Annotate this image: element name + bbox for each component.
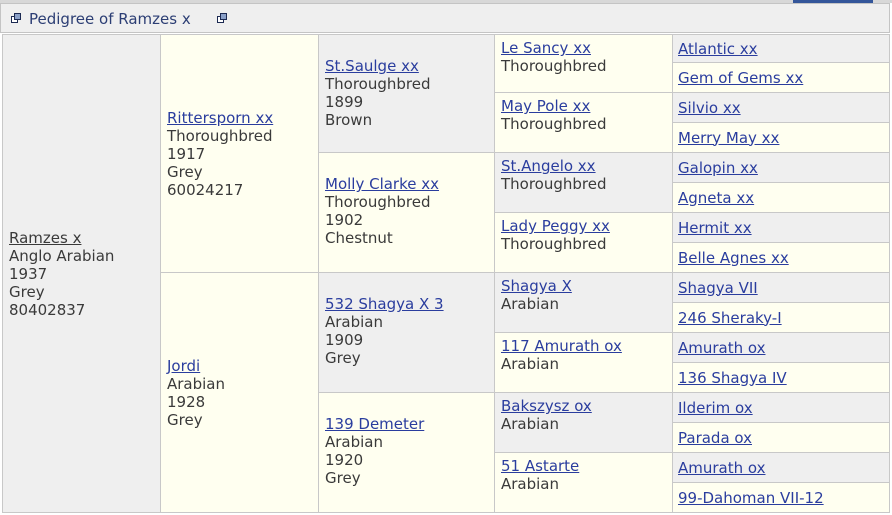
gen5-name-link[interactable]: Ilderim ox bbox=[678, 399, 753, 417]
gen3-breed: Arabian bbox=[325, 433, 384, 451]
gen5-name-link[interactable]: Atlantic xx bbox=[678, 40, 758, 58]
subject-color: Grey bbox=[9, 282, 45, 301]
gen5-cell: 136 Shagya IV bbox=[673, 363, 889, 392]
dam-breed: Arabian bbox=[167, 374, 226, 393]
gen4-name-link[interactable]: 117 Amurath ox bbox=[501, 337, 672, 355]
gen5-cell: Atlantic xx bbox=[673, 35, 889, 62]
gen4-name-link[interactable]: St.Angelo xx bbox=[501, 157, 672, 175]
gen5-cell: Belle Agnes xx bbox=[673, 243, 889, 272]
gen4-name-link[interactable]: 51 Astarte bbox=[501, 457, 672, 475]
gen3-color: Brown bbox=[325, 111, 373, 129]
gen4-breed: Thoroughbred bbox=[501, 175, 607, 193]
gen5-cell: Silvio xx bbox=[673, 93, 889, 122]
sire-cell: Rittersporn xx Thoroughbred 1917 Grey 60… bbox=[161, 35, 318, 272]
gen5-name-link[interactable]: Gem of Gems xx bbox=[678, 69, 803, 87]
subject-name-link[interactable]: Ramzes x bbox=[9, 229, 160, 247]
gen4-breed: Arabian bbox=[501, 475, 560, 493]
dam-color: Grey bbox=[167, 410, 203, 429]
gen4-breed: Arabian bbox=[501, 415, 560, 433]
gen5-name-link[interactable]: 99-Dahoman VII-12 bbox=[678, 489, 824, 507]
sire-breed: Thoroughbred bbox=[167, 126, 273, 145]
gen4-cell: May Pole xx Thoroughbred bbox=[495, 93, 672, 152]
gen5-name-link[interactable]: Parada ox bbox=[678, 429, 752, 447]
subject-id: 80402837 bbox=[9, 300, 86, 319]
gen5-name-link[interactable]: Silvio xx bbox=[678, 99, 741, 117]
gen4-cell: 117 Amurath ox Arabian bbox=[495, 333, 672, 392]
gen5-name-link[interactable]: Merry May xx bbox=[678, 129, 779, 147]
gen4-cell: Shagya X Arabian bbox=[495, 273, 672, 332]
gen4-name-link[interactable]: Lady Peggy xx bbox=[501, 217, 672, 235]
gen5-cell: 99-Dahoman VII-12 bbox=[673, 483, 889, 512]
gen4-breed: Thoroughbred bbox=[501, 235, 607, 253]
subject-year: 1937 bbox=[9, 264, 48, 283]
gen5-cell: Gem of Gems xx bbox=[673, 63, 889, 92]
gen3-name-link[interactable]: St.Saulge xx bbox=[325, 57, 494, 75]
gen5-cell: Hermit xx bbox=[673, 213, 889, 242]
gen3-year: 1902 bbox=[325, 211, 364, 229]
gen3-breed: Thoroughbred bbox=[325, 75, 431, 93]
restore-window-icon[interactable] bbox=[11, 13, 21, 23]
gen4-cell: Bakszysz ox Arabian bbox=[495, 393, 672, 452]
subject-cell: Ramzes x Anglo Arabian 1937 Grey 8040283… bbox=[3, 35, 160, 512]
gen5-cell: Amurath ox bbox=[673, 333, 889, 362]
gen5-cell: Amurath ox bbox=[673, 453, 889, 482]
gen4-cell: Lady Peggy xx Thoroughbred bbox=[495, 213, 672, 272]
gen3-color: Chestnut bbox=[325, 229, 393, 247]
restore-window-icon[interactable] bbox=[217, 13, 227, 23]
gen5-cell: Shagya VII bbox=[673, 273, 889, 302]
gen5-name-link[interactable]: Shagya VII bbox=[678, 279, 758, 297]
gen3-color: Grey bbox=[325, 469, 361, 487]
gen4-breed: Arabian bbox=[501, 295, 560, 313]
gen3-year: 1909 bbox=[325, 331, 364, 349]
subject-breed: Anglo Arabian bbox=[9, 246, 115, 265]
gen4-name-link[interactable]: Bakszysz ox bbox=[501, 397, 672, 415]
gen3-cell: St.Saulge xx Thoroughbred 1899 Brown bbox=[319, 35, 494, 152]
gen3-year: 1920 bbox=[325, 451, 364, 469]
gen4-cell: St.Angelo xx Thoroughbred bbox=[495, 153, 672, 212]
gen4-name-link[interactable]: Le Sancy xx bbox=[501, 39, 672, 57]
gen3-breed: Arabian bbox=[325, 313, 384, 331]
pedigree-table: Ramzes x Anglo Arabian 1937 Grey 8040283… bbox=[2, 34, 890, 513]
gen4-name-link[interactable]: Shagya X bbox=[501, 277, 672, 295]
gen5-cell: Ilderim ox bbox=[673, 393, 889, 422]
gen5-cell: Agneta xx bbox=[673, 183, 889, 212]
gen5-cell: 246 Sheraky-I bbox=[673, 303, 889, 332]
gen5-name-link[interactable]: Amurath ox bbox=[678, 339, 766, 357]
gen5-name-link[interactable]: Galopin xx bbox=[678, 159, 758, 177]
gen5-name-link[interactable]: Hermit xx bbox=[678, 219, 752, 237]
sire-color: Grey bbox=[167, 162, 203, 181]
gen4-breed: Thoroughbred bbox=[501, 57, 607, 75]
gen5-name-link[interactable]: Agneta xx bbox=[678, 189, 754, 207]
gen5-name-link[interactable]: Belle Agnes xx bbox=[678, 249, 789, 267]
gen3-color: Grey bbox=[325, 349, 361, 367]
gen3-cell: 532 Shagya X 3 Arabian 1909 Grey bbox=[319, 273, 494, 392]
gen3-breed: Thoroughbred bbox=[325, 193, 431, 211]
gen4-breed: Arabian bbox=[501, 355, 560, 373]
gen3-cell: Molly Clarke xx Thoroughbred 1902 Chestn… bbox=[319, 153, 494, 272]
gen4-cell: Le Sancy xx Thoroughbred bbox=[495, 35, 672, 92]
gen5-cell: Merry May xx bbox=[673, 123, 889, 152]
dam-name-link[interactable]: Jordi bbox=[167, 357, 318, 375]
sire-id: 60024217 bbox=[167, 180, 244, 199]
gen5-name-link[interactable]: 136 Shagya IV bbox=[678, 369, 787, 387]
dam-cell: Jordi Arabian 1928 Grey bbox=[161, 273, 318, 512]
gen4-name-link[interactable]: May Pole xx bbox=[501, 97, 672, 115]
gen5-name-link[interactable]: Amurath ox bbox=[678, 459, 766, 477]
gen5-name-link[interactable]: 246 Sheraky-I bbox=[678, 309, 782, 327]
gen3-name-link[interactable]: 139 Demeter bbox=[325, 415, 494, 433]
gen3-year: 1899 bbox=[325, 93, 364, 111]
sire-year: 1917 bbox=[167, 144, 206, 163]
sire-name-link[interactable]: Rittersporn xx bbox=[167, 109, 318, 127]
gen3-name-link[interactable]: Molly Clarke xx bbox=[325, 175, 494, 193]
gen4-cell: 51 Astarte Arabian bbox=[495, 453, 672, 512]
gen4-breed: Thoroughbred bbox=[501, 115, 607, 133]
gen3-cell: 139 Demeter Arabian 1920 Grey bbox=[319, 393, 494, 512]
page-title: Pedigree of Ramzes x bbox=[29, 10, 191, 28]
gen3-name-link[interactable]: 532 Shagya X 3 bbox=[325, 295, 494, 313]
dam-year: 1928 bbox=[167, 392, 206, 411]
pedigree-header: Pedigree of Ramzes x bbox=[0, 3, 890, 33]
gen5-cell: Parada ox bbox=[673, 423, 889, 452]
gen5-cell: Galopin xx bbox=[673, 153, 889, 182]
